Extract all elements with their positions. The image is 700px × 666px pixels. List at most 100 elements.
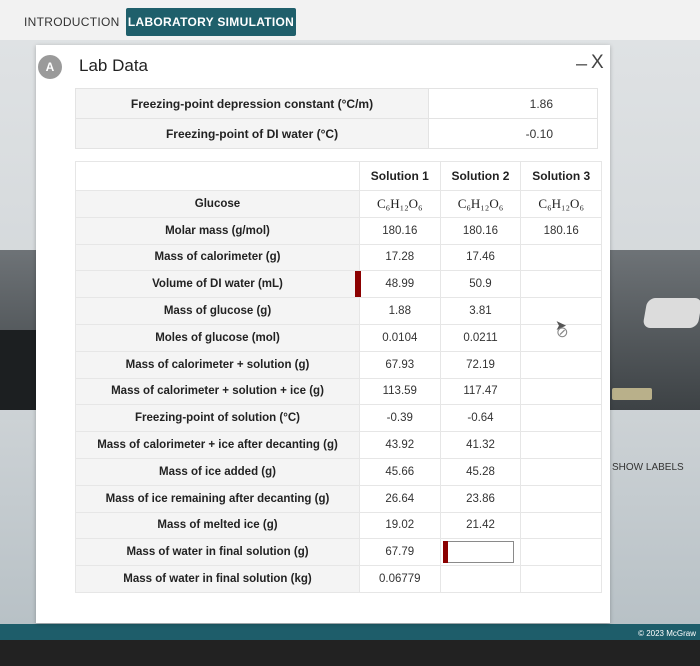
panel-title: Lab Data [79,56,148,75]
cell-solution-3 [520,404,602,433]
table-row: Mass of ice remaining after decanting (g… [75,484,602,513]
lab-equipment-strip[interactable] [612,388,652,400]
row-label: Volume of DI water (mL) [75,270,360,299]
cell-solution-1-active[interactable]: 48.99 [355,270,441,299]
table-row: Mass of melted ice (g) 19.02 21.42 [75,511,602,540]
cell-solution-1: 1.88 [359,297,441,325]
row-label: Mass of calorimeter + solution + ice (g) [75,377,360,406]
table-row: Mass of ice added (g) 45.66 45.28 [75,457,602,486]
table-row: Mass of water in final solution (g) 67.7… [75,538,602,567]
header-blank [75,161,360,191]
table-row: Glucose C₆H₁₂O₆ C₆H₁₂O₆ C₆H₁₂O₆ [75,190,602,218]
cell-solution-1: 45.66 [359,457,441,486]
table-row: Mass of calorimeter + solution + ice (g)… [75,377,602,406]
panel-header: A Lab Data – X [36,45,610,87]
table-row: Mass of glucose (g) 1.88 3.81 [75,297,602,325]
cell-solution-3 [520,377,602,406]
cell-solution-3 [520,270,602,299]
table-row: Mass of water in final solution (kg) 0.0… [75,565,602,593]
row-label: Mass of calorimeter + solution (g) [75,350,360,379]
constants-table: Freezing-point depression constant (°C/m… [75,88,598,149]
header-solution-2: Solution 2 [439,161,522,191]
row-label: Mass of water in final solution (g) [75,538,360,567]
flask-icon: A [38,55,62,79]
constant-value: -0.10 [428,118,598,149]
row-label: Mass of water in final solution (kg) [75,565,360,593]
cell-solution-3 [520,511,602,540]
cell-solution-2: 3.81 [439,297,522,325]
cell-solution-2: 17.46 [439,243,522,272]
table-row: Molar mass (g/mol) 180.16 180.16 180.16 [75,216,602,245]
cell-solution-2-input[interactable] [439,538,522,567]
header-row: Solution 1 Solution 2 Solution 3 [75,161,602,191]
cell-solution-1: 0.0104 [359,323,441,352]
header-solution-1: Solution 1 [359,161,441,191]
close-icon[interactable]: X [591,52,604,74]
tab-introduction[interactable]: INTRODUCTION [24,8,120,36]
cell-solution-1: 67.93 [359,350,441,379]
table-row: Mass of calorimeter + ice after decantin… [75,431,602,459]
table-row: Mass of calorimeter + solution (g) 67.93… [75,350,602,379]
cell-solution-3 [520,538,602,567]
lab-data-table: Solution 1 Solution 2 Solution 3 Glucose… [75,161,602,593]
cell-solution-3 [520,243,602,272]
row-label: Mass of ice remaining after decanting (g… [75,484,360,513]
constant-label: Freezing-point depression constant (°C/m… [75,88,429,119]
constant-row: Freezing-point of DI water (°C) -0.10 [75,118,598,149]
cell-solution-1: 43.92 [359,431,441,459]
lab-equipment[interactable] [642,298,700,328]
cell-solution-2: 21.42 [439,511,522,540]
cell-solution-1: 67.79 [359,538,441,567]
table-row: Mass of calorimeter (g) 17.28 17.46 [75,243,602,272]
table-row: Freezing-point of solution (°C) -0.39 -0… [75,404,602,433]
cell-solution-2: 72.19 [439,350,522,379]
cell-solution-1: 180.16 [359,216,441,245]
cell-solution-2: 117.47 [439,377,522,406]
cell-solution-2: 50.9 [439,270,522,299]
cell-solution-3 [520,565,602,593]
minimize-icon[interactable]: – [576,53,587,76]
row-label: Mass of calorimeter + ice after decantin… [75,431,360,459]
cell-solution-2: 41.32 [439,431,522,459]
cell-solution-3 [520,484,602,513]
row-label: Mass of glucose (g) [75,297,360,325]
cell-solution-2 [439,565,522,593]
bottom-bar [0,624,700,640]
cell-solution-3 [520,350,602,379]
row-label: Mass of calorimeter (g) [75,243,360,272]
cell-solution-2: 0.0211 [439,323,522,352]
cell-solution-1: 17.28 [359,243,441,272]
cell-solution-3 [520,457,602,486]
cell-solution-2: -0.64 [439,404,522,433]
show-labels-toggle[interactable]: SHOW LABELS [602,462,684,473]
tab-laboratory-simulation[interactable]: LABORATORY SIMULATION [126,8,296,36]
constant-row: Freezing-point depression constant (°C/m… [75,88,598,119]
row-label: Mass of melted ice (g) [75,511,360,540]
row-label: Glucose [75,190,360,218]
cell-solution-1: 19.02 [359,511,441,540]
cell-solution-2: 23.86 [439,484,522,513]
cell-solution-1: 26.64 [359,484,441,513]
cell-solution-1: 0.06779 [359,565,441,593]
cell-solution-2: 45.28 [439,457,522,486]
table-row: Moles of glucose (mol) 0.0104 0.0211 [75,323,602,352]
constant-label: Freezing-point of DI water (°C) [75,118,429,149]
cell-solution-3: 180.16 [520,216,602,245]
not-allowed-icon: ⊘ [556,324,569,341]
row-label: Molar mass (g/mol) [75,216,360,245]
cell-solution-3: C₆H₁₂O₆ [520,190,602,218]
cell-solution-1: -0.39 [359,404,441,433]
lab-data-panel: A Lab Data – X Freezing-point depression… [36,45,610,623]
row-label: Mass of ice added (g) [75,457,360,486]
top-navigation-bar: INTRODUCTION LABORATORY SIMULATION [0,0,700,41]
row-label: Moles of glucose (mol) [75,323,360,352]
answer-input[interactable] [443,541,515,564]
cell-solution-3 [520,431,602,459]
copyright-text: © 2023 McGraw [638,629,696,638]
cell-solution-2: C₆H₁₂O₆ [439,190,522,218]
constant-value: 1.86 [428,88,598,119]
cell-solution-1: 113.59 [359,377,441,406]
row-label: Freezing-point of solution (°C) [75,404,360,433]
cell-solution-1: C₆H₁₂O₆ [359,190,441,218]
cell-solution-2: 180.16 [439,216,522,245]
